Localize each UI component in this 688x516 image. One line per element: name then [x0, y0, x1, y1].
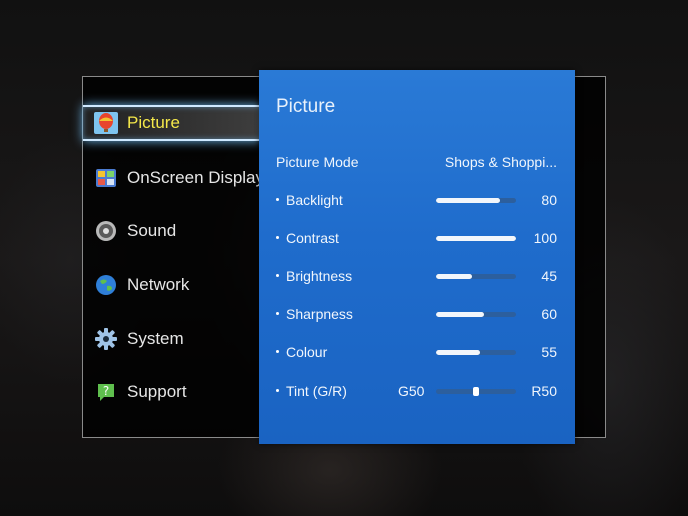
picture-settings-panel: Picture Picture Mode Shops & Shoppi... B…	[259, 70, 575, 444]
setting-row-tint[interactable]: Tint (G/R) G50 R50	[259, 379, 575, 405]
sidebar-item-label: Picture	[127, 113, 180, 132]
setting-row-sharpness[interactable]: Sharpness 60	[259, 302, 575, 328]
sidebar-item-network[interactable]: Network	[83, 263, 259, 307]
brightness-slider[interactable]	[436, 274, 516, 279]
colour-slider[interactable]	[436, 350, 516, 355]
setting-row-colour[interactable]: Colour 55	[259, 340, 575, 366]
slider-fill	[436, 312, 484, 317]
sidebar-item-label: System	[127, 329, 184, 348]
setting-label: Backlight	[286, 192, 343, 208]
sidebar-item-label: Support	[127, 382, 187, 401]
slider-fill	[436, 236, 516, 241]
setting-row-contrast[interactable]: Contrast 100	[259, 226, 575, 252]
picture-mode-value: Shops & Shoppi...	[444, 154, 557, 170]
contrast-slider[interactable]	[436, 236, 516, 241]
setting-value: 80	[541, 192, 557, 208]
bullet-icon	[276, 198, 279, 201]
backlight-slider[interactable]	[436, 198, 516, 203]
panel-title: Picture	[276, 96, 336, 117]
bullet-icon	[276, 389, 279, 392]
setting-label: Contrast	[286, 230, 339, 246]
sidebar-item-label: Sound	[127, 221, 177, 240]
sidebar-item-system[interactable]: System	[83, 317, 259, 361]
setting-label: Brightness	[286, 268, 353, 284]
tint-slider-knob[interactable]	[473, 387, 479, 396]
globe-icon	[93, 272, 119, 298]
picture-mode-row[interactable]: Picture Mode Shops & Shoppi...	[259, 150, 575, 176]
slider-fill	[436, 350, 480, 355]
setting-value: 60	[541, 306, 557, 322]
setting-value: 45	[541, 268, 557, 284]
slider-fill	[436, 198, 500, 203]
sidebar: Picture OnScreen Display Sound Network S…	[83, 77, 264, 437]
sidebar-item-label: Network	[127, 275, 190, 294]
hot-air-balloon-icon	[93, 110, 119, 136]
setting-row-backlight[interactable]: Backlight 80	[259, 188, 575, 214]
setting-value: 100	[533, 230, 557, 246]
tint-green-value: G50	[398, 383, 425, 399]
setting-row-brightness[interactable]: Brightness 45	[259, 264, 575, 290]
bullet-icon	[276, 350, 279, 353]
bullet-icon	[276, 312, 279, 315]
setting-label: Sharpness	[286, 306, 353, 322]
sidebar-item-support[interactable]: ? Support	[83, 370, 259, 414]
tint-red-value: R50	[531, 383, 557, 399]
sidebar-item-sound[interactable]: Sound	[83, 209, 259, 253]
onscreen-display-icon	[93, 165, 119, 191]
setting-label: Tint (G/R)	[286, 383, 347, 399]
slider-fill	[436, 274, 472, 279]
picture-mode-label: Picture Mode	[276, 154, 359, 170]
sidebar-item-picture[interactable]: Picture	[83, 101, 261, 145]
gear-icon	[93, 326, 119, 352]
help-bubble-icon: ?	[93, 379, 119, 405]
sharpness-slider[interactable]	[436, 312, 516, 317]
sidebar-item-label: OnScreen Display	[127, 168, 265, 187]
speaker-icon	[93, 218, 119, 244]
sidebar-item-onscreen-display[interactable]: OnScreen Display	[83, 156, 264, 200]
bullet-icon	[276, 274, 279, 277]
bullet-icon	[276, 236, 279, 239]
svg-text:?: ?	[103, 384, 109, 398]
setting-value: 55	[541, 344, 557, 360]
setting-label: Colour	[286, 344, 328, 360]
